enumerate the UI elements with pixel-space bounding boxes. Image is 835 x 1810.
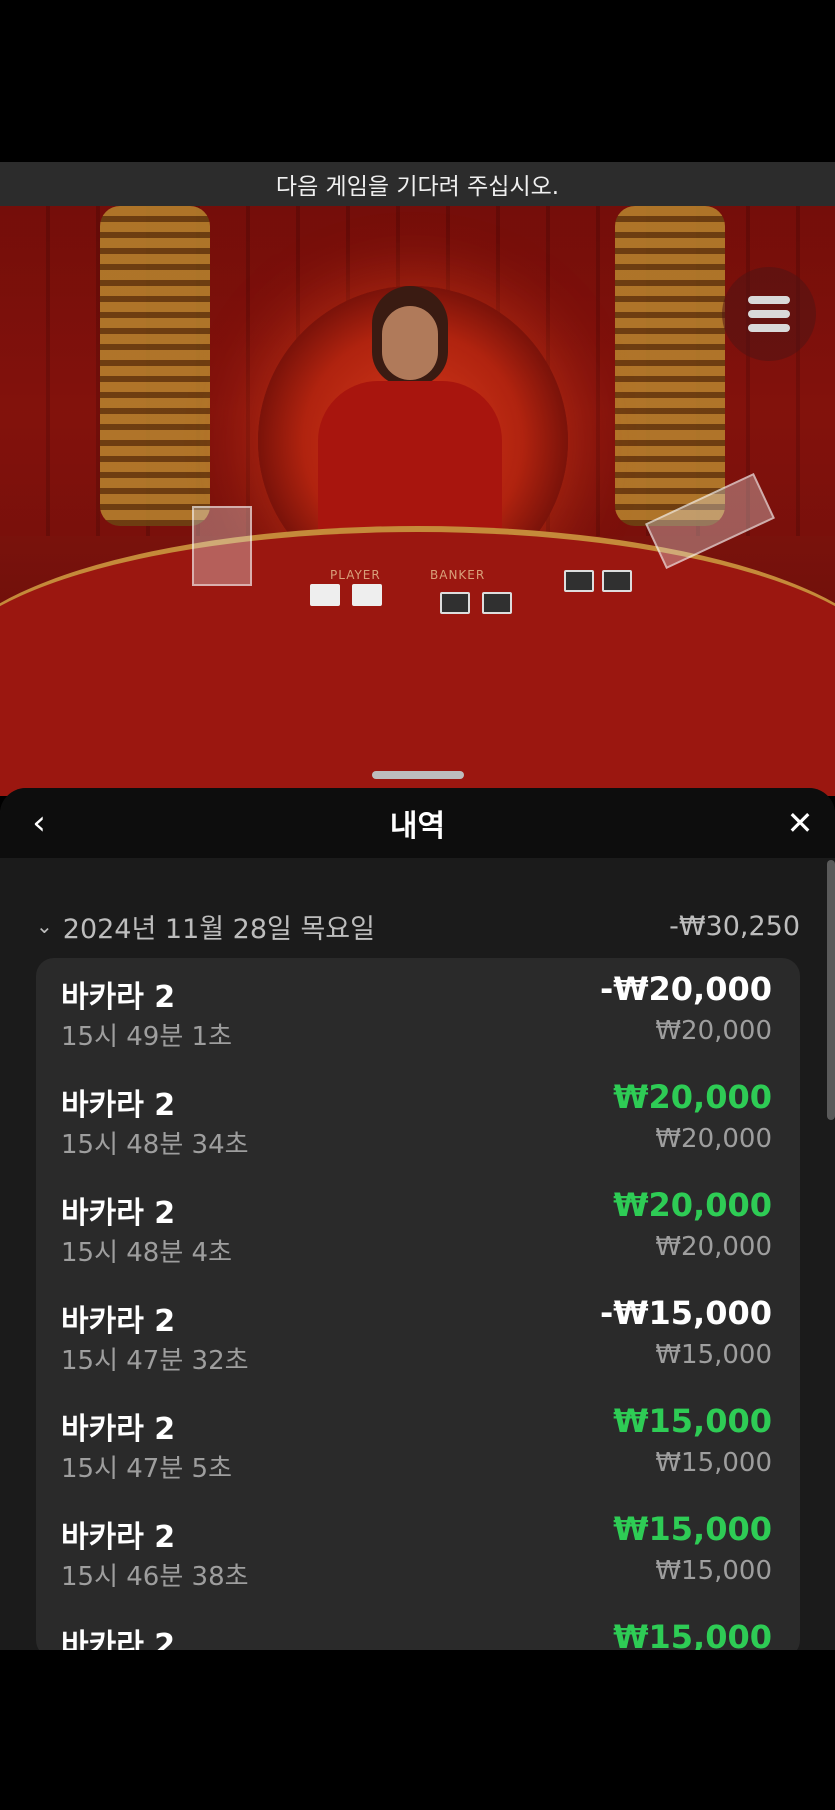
card-shoe-left (192, 506, 252, 586)
bet-amount: ₩15,000 (655, 1340, 772, 1370)
bet-amount: ₩20,000 (655, 1232, 772, 1262)
bet-amount: ₩15,000 (655, 1448, 772, 1478)
bet-amount: ₩15,000 (655, 1556, 772, 1586)
game-name: 바카라 2 (61, 1196, 176, 1231)
video-pillar-right (615, 206, 725, 526)
round-time: 15시 48분 34초 (61, 1130, 249, 1160)
round-time: 15시 47분 5초 (61, 1454, 232, 1484)
bet-amount: ₩20,000 (655, 1124, 772, 1154)
history-sheet: ‹ 내역 ✕ ⌄ 2024년 11월 28일 목요일 -₩30,250 바카라 … (0, 788, 835, 1650)
history-row[interactable]: 바카라 2 15시 48분 4초 ₩20,000 ₩20,000 (36, 1174, 800, 1282)
result-amount: ₩15,000 (613, 1510, 772, 1548)
chevron-down-icon: ⌄ (36, 914, 53, 938)
result-amount: -₩20,000 (599, 970, 772, 1008)
history-row[interactable]: 바카라 2 15시 47분 5초 ₩15,000 ₩15,000 (36, 1390, 800, 1498)
status-text: 다음 게임을 기다려 주십시오. (275, 174, 560, 200)
back-button[interactable]: ‹ (18, 802, 60, 844)
table-label-player: PLAYER (330, 568, 381, 582)
round-time: 15시 49분 1초 (61, 1022, 232, 1052)
banker-card-1 (440, 592, 470, 614)
table-label-banker: BANKER (430, 568, 486, 582)
sheet-title: 내역 (389, 809, 446, 844)
dealer-face (382, 306, 438, 380)
live-video-stream: PLAYER BANKER (0, 206, 835, 796)
result-amount: -₩15,000 (599, 1294, 772, 1332)
sheet-drag-handle[interactable] (372, 771, 464, 779)
round-time: 15시 46분 38초 (61, 1562, 249, 1592)
history-row[interactable]: 바카라 2 15시 47분 32초 -₩15,000 ₩15,000 (36, 1282, 800, 1390)
round-time: 15시 48분 4초 (61, 1238, 232, 1268)
baccarat-table (0, 526, 835, 796)
menu-bar (748, 324, 790, 332)
result-amount: ₩15,000 (613, 1402, 772, 1440)
date-group-header[interactable]: ⌄ 2024년 11월 28일 목요일 -₩30,250 (36, 906, 800, 946)
round-time: 15시 47분 32초 (61, 1346, 249, 1376)
menu-bar (748, 310, 790, 318)
menu-button[interactable] (722, 267, 816, 361)
bottom-bar (0, 1650, 835, 1810)
history-row[interactable]: 바카라 2 15시 49분 1초 -₩20,000 ₩20,000 (36, 958, 800, 1066)
bet-amount: ₩20,000 (655, 1016, 772, 1046)
sheet-header: ‹ 내역 ✕ (0, 788, 835, 858)
video-pillar-left (100, 206, 210, 526)
chevron-left-icon: ‹ (32, 803, 46, 843)
scrollbar[interactable] (827, 860, 835, 1120)
game-name: 바카라 2 (61, 1520, 176, 1555)
game-name: 바카라 2 (61, 1088, 176, 1123)
history-row[interactable]: 바카라 2 ₩15,000 (36, 1606, 800, 1650)
player-card-1 (310, 584, 340, 606)
history-list: 바카라 2 15시 49분 1초 -₩20,000 ₩20,000 바카라 2 … (36, 958, 800, 1650)
result-amount: ₩15,000 (613, 1618, 772, 1650)
history-row[interactable]: 바카라 2 15시 48분 34초 ₩20,000 ₩20,000 (36, 1066, 800, 1174)
player-card-2 (352, 584, 382, 606)
history-row[interactable]: 바카라 2 15시 46분 38초 ₩15,000 ₩15,000 (36, 1498, 800, 1606)
status-banner: 다음 게임을 기다려 주십시오. (0, 162, 835, 206)
banker-card-2 (482, 592, 512, 614)
close-icon: ✕ (786, 804, 814, 842)
menu-bar (748, 296, 790, 304)
result-amount: ₩20,000 (613, 1186, 772, 1224)
date-total: -₩30,250 (669, 910, 800, 942)
discard-card-2 (602, 570, 632, 592)
close-button[interactable]: ✕ (779, 802, 821, 844)
game-name: 바카라 2 (61, 980, 176, 1015)
game-name: 바카라 2 (61, 1412, 176, 1447)
game-name: 바카라 2 (61, 1628, 176, 1650)
discard-card-1 (564, 570, 594, 592)
game-name: 바카라 2 (61, 1304, 176, 1339)
result-amount: ₩20,000 (613, 1078, 772, 1116)
date-label: 2024년 11월 28일 목요일 (62, 913, 375, 945)
